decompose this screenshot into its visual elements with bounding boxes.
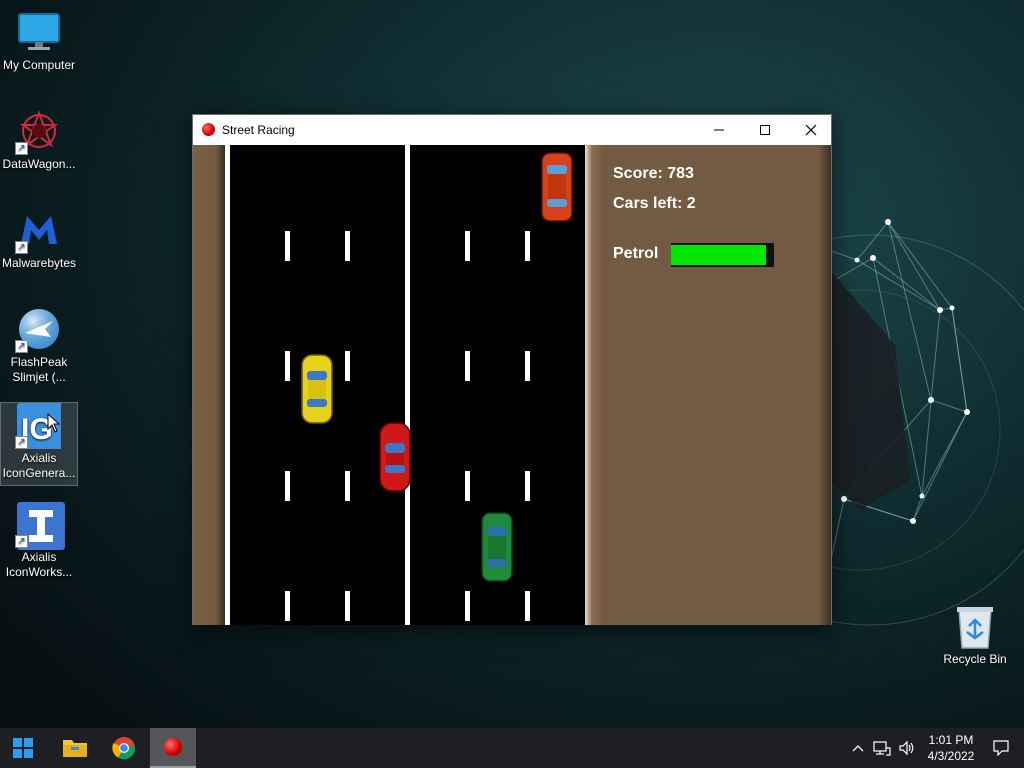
- network-icon: [873, 741, 891, 756]
- desktop-icon-icongenerator[interactable]: IG ↗ Axialis IconGenera...: [0, 402, 78, 486]
- left-verge: [193, 145, 225, 625]
- yellow-car: [301, 354, 333, 424]
- volume-icon: [899, 740, 914, 756]
- desktop-icon-label: Recycle Bin: [943, 652, 1007, 666]
- green-car: [481, 512, 513, 582]
- desktop-icon-malwarebytes[interactable]: ↗ Malwarebytes: [0, 200, 78, 271]
- wallpaper-network-art: [800, 219, 1024, 626]
- clock-date: 4/3/2022: [927, 749, 975, 763]
- maximize-icon: [760, 125, 770, 135]
- show-hidden-icons-button[interactable]: [846, 728, 870, 768]
- clock-time: 1:01 PM: [928, 733, 974, 747]
- start-button[interactable]: [0, 728, 46, 768]
- network-tray-button[interactable]: [870, 728, 894, 768]
- red-ball-icon: [202, 123, 215, 136]
- road-edge-line: [225, 145, 230, 625]
- shortcut-arrow-icon: ↗: [15, 535, 28, 548]
- road-divider-line: [405, 145, 410, 625]
- desktop-icon-label: DataWagon...: [2, 157, 76, 171]
- lane-dash: [345, 231, 350, 261]
- lane-dash: [465, 591, 470, 621]
- lane-dash: [345, 591, 350, 621]
- taskbar-chrome[interactable]: [101, 728, 147, 768]
- window-title: Street Racing: [222, 123, 295, 137]
- shortcut-arrow-icon: ↗: [15, 436, 28, 449]
- desktop-icon-label: Axialis IconWorks...: [5, 550, 73, 579]
- notification-icon: [993, 740, 1009, 756]
- desktop-icon-my-computer[interactable]: My Computer: [0, 2, 78, 73]
- taskbar-clock[interactable]: 1:01 PM 4/3/2022: [922, 732, 980, 764]
- shortcut-arrow-icon: ↗: [15, 241, 28, 254]
- desktop-icon-label: My Computer: [2, 58, 76, 72]
- maximize-button[interactable]: [742, 115, 788, 145]
- windows-start-icon: [13, 738, 33, 758]
- mouse-cursor-icon: [47, 413, 61, 433]
- taskbar-street-racing[interactable]: [150, 728, 196, 768]
- lane-dash: [465, 351, 470, 381]
- lane-dash: [285, 351, 290, 381]
- title-bar[interactable]: Street Racing: [193, 115, 831, 145]
- lane-dash: [525, 231, 530, 261]
- orange-car: [541, 152, 573, 222]
- desktop-icon-slimjet[interactable]: ↗ FlashPeak Slimjet (...: [0, 299, 78, 385]
- notification-center-button[interactable]: [988, 728, 1014, 768]
- game-canvas[interactable]: Score: 783 Cars left: 2 Petrol: [193, 145, 831, 625]
- close-icon: [805, 124, 817, 136]
- recycle-bin-icon: [953, 604, 997, 649]
- iconworkshop-icon: ↗: [15, 502, 65, 550]
- lane-dash: [525, 351, 530, 381]
- petrol-gauge: [671, 243, 774, 267]
- lane-dash: [525, 591, 530, 621]
- lane-dash: [285, 471, 290, 501]
- minimize-icon: [714, 129, 724, 131]
- desktop-icon-datawagon[interactable]: ↗ DataWagon...: [0, 101, 78, 172]
- petrol-label: Petrol: [613, 245, 659, 262]
- taskbar: 1:01 PM 4/3/2022: [0, 728, 1024, 768]
- monitor-icon: [17, 10, 61, 54]
- datawagon-icon: ↗: [15, 109, 61, 155]
- cars-left-text: Cars left: 2: [613, 195, 696, 212]
- folder-icon: [63, 740, 87, 757]
- street-racing-window: Street Racing Score: 783 Cars left: 2 Pe…: [192, 114, 832, 625]
- desktop-icon-label: Axialis IconGenera...: [2, 451, 76, 480]
- shortcut-arrow-icon: ↗: [15, 340, 28, 353]
- chevron-up-icon: [852, 745, 864, 752]
- score-text: Score: 783: [613, 165, 694, 182]
- lane-dash: [345, 351, 350, 381]
- desktop-icon-label: FlashPeak Slimjet (...: [10, 355, 68, 384]
- taskbar-file-explorer[interactable]: [52, 728, 98, 768]
- chrome-icon: [112, 737, 136, 760]
- lane-dash: [345, 471, 350, 501]
- slimjet-icon: ↗: [15, 307, 61, 353]
- lane-dash: [465, 471, 470, 501]
- shortcut-arrow-icon: ↗: [15, 142, 28, 155]
- minimize-button[interactable]: [696, 115, 742, 145]
- desktop-icon-recycle-bin[interactable]: Recycle Bin: [936, 596, 1014, 667]
- lane-dash: [465, 231, 470, 261]
- close-button[interactable]: [788, 115, 834, 145]
- lane-dash: [285, 231, 290, 261]
- lane-dash: [285, 591, 290, 621]
- desktop-icon-label: Malwarebytes: [1, 256, 77, 270]
- status-panel: [585, 145, 831, 625]
- malwarebytes-icon: ↗: [15, 208, 61, 254]
- player-car: [379, 422, 411, 492]
- desktop-icon-iconworkshop[interactable]: ↗ Axialis IconWorks...: [0, 494, 78, 580]
- lane-dash: [525, 471, 530, 501]
- red-ball-icon: [164, 738, 182, 756]
- petrol-gauge-fill: [671, 245, 766, 265]
- volume-tray-button[interactable]: [895, 728, 919, 768]
